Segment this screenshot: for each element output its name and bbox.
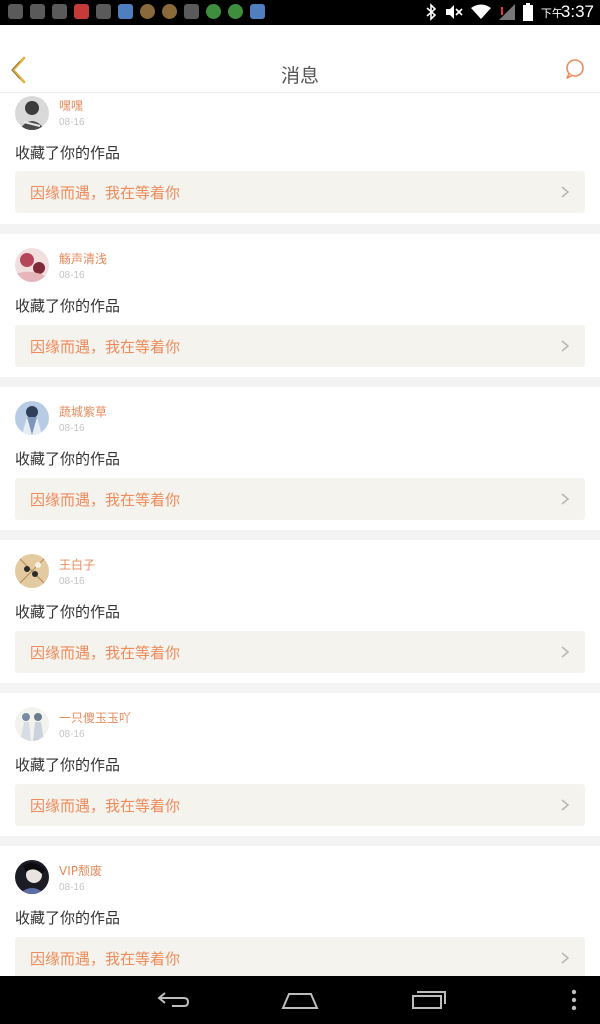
app-icon [206,4,221,19]
date: 08-16 [59,576,85,587]
work-link[interactable]: 因缘而遇，我在等着你 [15,784,585,826]
list-item: 一只傻玉玉吖 08-16 收藏了你的作品 因缘而遇，我在等着你 [0,693,600,836]
tiktok-icon [96,4,111,19]
list-item: 蔬城紫草 08-16 收藏了你的作品 因缘而遇，我在等着你 [0,387,600,530]
am-pm-label: 下午 [540,7,563,20]
work-title: 因缘而遇，我在等着你 [30,644,181,662]
bluetooth-icon [426,3,437,21]
list-item: VIP颓废 08-16 收藏了你的作品 因缘而遇，我在等着你 [0,846,600,976]
wifi-icon [470,4,491,19]
app-icon [162,4,177,19]
mute-icon [445,5,463,19]
action-text: 收藏了你的作品 [15,909,121,927]
work-title: 因缘而遇，我在等着你 [30,184,181,202]
menu-icon [571,989,577,1011]
navigation-bar [0,976,600,1024]
app-icon [228,4,243,19]
chat-bubble-icon [566,59,584,79]
chevron-right-icon [561,799,570,811]
nav-home-button[interactable] [280,986,320,1014]
app-icon [140,4,155,19]
divider [0,377,600,387]
username[interactable]: 一只傻玉玉吖 [59,709,131,726]
chat-button[interactable] [564,58,586,80]
image-icon [52,4,67,19]
signal-icon [498,4,515,20]
work-link[interactable]: 因缘而遇，我在等着你 [15,171,585,213]
list-item: 觞声清浅 08-16 收藏了你的作品 因缘而遇，我在等着你 [0,234,600,377]
divider [0,683,600,693]
chevron-right-icon [561,493,570,505]
chevron-right-icon [561,186,570,198]
chevron-right-icon [561,340,570,352]
divider [0,836,600,846]
divider [0,530,600,540]
nav-recent-apps-button[interactable] [408,986,448,1014]
header: 消息 [0,25,600,93]
notification-icons [8,4,265,19]
work-link[interactable]: 因缘而遇，我在等着你 [15,631,585,673]
username[interactable]: 蔬城紫草 [59,403,107,420]
battery-icon [522,3,533,21]
list-item: 嘿嘿 08-16 收藏了你的作品 因缘而遇，我在等着你 [0,93,600,234]
app-icon [184,4,199,19]
clock: 3:37 [560,2,594,21]
shield-icon [250,4,265,19]
keyboard-icon [8,4,23,19]
work-title: 因缘而遇，我在等着你 [30,950,181,968]
action-text: 收藏了你的作品 [15,603,121,621]
nav-back-button[interactable] [152,986,192,1014]
date: 08-16 [59,270,85,281]
work-link[interactable]: 因缘而遇，我在等着你 [15,478,585,520]
home-icon [281,993,319,1009]
action-text: 收藏了你的作品 [15,756,121,774]
page-title: 消息 [280,65,319,87]
username[interactable]: 嘿嘿 [59,97,83,114]
username[interactable]: 王白子 [59,556,95,573]
date: 08-16 [59,882,85,893]
chevron-right-icon [561,646,570,658]
work-title: 因缘而遇，我在等着你 [30,797,181,815]
back-icon [157,992,190,1007]
recent-apps-icon [412,991,446,1009]
work-link[interactable]: 因缘而遇，我在等着你 [15,325,585,367]
avatar[interactable] [15,554,49,588]
app-icon [74,4,89,19]
date: 08-16 [59,423,85,434]
system-icons: 下午 3:37 [425,2,594,22]
avatar[interactable] [15,860,49,894]
date: 08-16 [59,729,85,740]
avatar[interactable] [15,96,49,130]
list-item: 王白子 08-16 收藏了你的作品 因缘而遇，我在等着你 [0,540,600,683]
avatar[interactable] [15,707,49,741]
lock-icon [30,4,45,19]
nav-menu-button[interactable] [566,986,582,1014]
notification-list[interactable]: 嘿嘿 08-16 收藏了你的作品 因缘而遇，我在等着你 觞声清浅 08-16 收… [0,93,600,976]
avatar[interactable] [15,401,49,435]
app-icon [118,4,133,19]
avatar[interactable] [15,248,49,282]
action-text: 收藏了你的作品 [15,297,121,315]
divider [0,224,600,234]
chevron-right-icon [561,952,570,964]
status-bar: 下午 3:37 [0,0,600,25]
action-text: 收藏了你的作品 [15,450,121,468]
username[interactable]: VIP颓废 [59,862,102,879]
work-title: 因缘而遇，我在等着你 [30,338,181,356]
action-text: 收藏了你的作品 [15,144,121,162]
date: 08-16 [59,117,85,128]
username[interactable]: 觞声清浅 [59,250,107,267]
work-title: 因缘而遇，我在等着你 [30,491,181,509]
work-link[interactable]: 因缘而遇，我在等着你 [15,937,585,976]
